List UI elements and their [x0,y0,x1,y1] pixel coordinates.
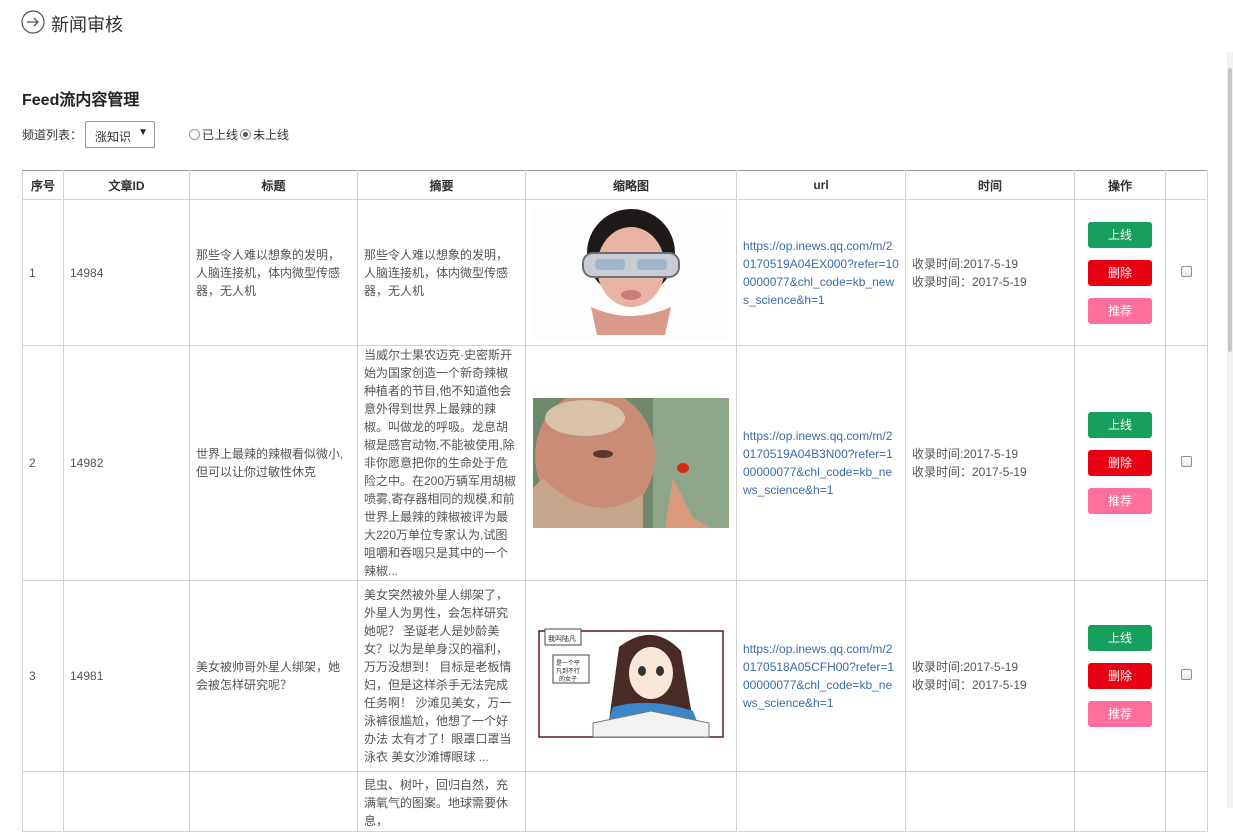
header-article-id: 文章ID [63,170,190,200]
article-url-link[interactable]: https://op.inews.qq.com/m/20170518A05CFH… [743,642,894,710]
table-row: 2 14982 世界上最辣的辣椒看似微小,但可以让你过敏性休克 当威尔士果农迈克… [22,345,1208,581]
channel-select[interactable]: 涨知识 ▼ [85,121,155,148]
collect-time-2: 收录时间：2017-5-19 [912,274,1027,289]
header-title: 标题 [189,170,358,200]
header-select [1165,170,1208,200]
row-checkbox[interactable] [1181,456,1192,467]
recommend-button[interactable]: 推荐 [1088,701,1152,727]
recommend-button[interactable]: 推荐 [1088,297,1152,324]
row-checkbox[interactable] [1181,669,1192,680]
woman-vr-headset-image [533,206,729,339]
manga-caption-1: 我叫陆凡 [548,634,576,643]
row-index: 3 [22,580,64,772]
row-summary: 当威尔士果农迈克·史密斯开始为国家创造一个新奇辣椒种植者的节目,他不知道他会意外… [357,345,526,581]
table-row: 昆虫、树叶，回归自然，充满氧气的图案。地球需要休息， [22,771,1208,832]
row-time: 收录时间:2017-5-19 收录时间：2017-5-19 [905,345,1075,581]
row-index: 1 [22,199,64,346]
row-url: https://op.inews.qq.com/m/20170519A04B3N… [736,345,906,581]
row-summary: 昆虫、树叶，回归自然，充满氧气的图案。地球需要休息， [357,771,526,832]
row-title: 世界上最辣的辣椒看似微小,但可以让你过敏性休克 [189,345,358,581]
page-title: 新闻审核 [51,15,123,35]
row-summary: 那些令人难以想象的发明，人脑连接机，体内微型传感器，无人机 [357,199,526,346]
delete-button[interactable]: 删除 [1088,450,1152,476]
header-summary: 摘要 [357,170,526,200]
row-checkbox[interactable] [1181,265,1192,277]
row-thumbnail [525,199,737,346]
radio-online[interactable] [189,129,200,140]
row-select [1165,199,1208,346]
row-thumbnail: 我叫陆凡 是一个平 凡到不行 的女子 [525,580,737,772]
radio-offline-label[interactable]: 未上线 [253,126,289,143]
svg-text:凡到不行: 凡到不行 [556,667,580,675]
manga-caption-2: 是一个平 [556,660,580,667]
row-article-id: 14982 [63,345,190,581]
row-select [1165,771,1208,832]
row-article-id: 14981 [63,580,190,772]
row-actions: 上线 删除 推荐 [1074,199,1166,346]
collect-time-1: 收录时间:2017-5-19 [912,660,1019,674]
radio-online-label[interactable]: 已上线 [202,126,238,143]
header-time: 时间 [905,170,1075,200]
collect-time-2: 收录时间：2017-5-19 [912,465,1027,479]
row-thumbnail [525,771,737,832]
row-index [22,771,64,832]
header-actions: 操作 [1074,170,1166,200]
row-title [189,771,358,832]
collect-time-1: 收录时间:2017-5-19 [912,256,1019,271]
top-bar: 新闻审核 [0,0,1233,46]
row-url: https://op.inews.qq.com/m/20170519A04EX0… [736,199,906,346]
article-url-link[interactable]: https://op.inews.qq.com/m/20170519A04B3N… [743,429,893,497]
feed-table: 序号 文章ID 标题 摘要 缩略图 url 时间 操作 1 14984 那些令人… [22,170,1208,832]
arrow-circle-right-icon[interactable] [21,10,45,34]
man-with-chili-image [533,398,729,528]
row-url: https://op.inews.qq.com/m/20170518A05CFH… [736,580,906,772]
row-index: 2 [22,345,64,581]
delete-button[interactable]: 删除 [1088,663,1152,689]
table-header-row: 序号 文章ID 标题 摘要 缩略图 url 时间 操作 [22,170,1208,200]
collect-time-1: 收录时间:2017-5-19 [912,447,1019,461]
row-time: 收录时间:2017-5-19 收录时间：2017-5-19 [905,199,1075,346]
row-summary: 美女突然被外星人绑架了，外星人为男性，会怎样研究她呢？ 圣诞老人是妙龄美女？以为… [357,580,526,772]
delete-button[interactable]: 删除 [1088,259,1152,286]
row-url [736,771,906,832]
dropdown-caret-icon: ▼ [138,127,148,138]
vertical-scrollbar[interactable] [1227,52,1233,808]
article-url-link[interactable]: https://op.inews.qq.com/m/20170519A04EX0… [743,239,899,307]
channel-list-label: 频道列表： [22,128,83,142]
radio-offline[interactable] [240,129,252,140]
row-time: 收录时间:2017-5-19 收录时间：2017-5-19 [905,580,1075,772]
header-thumbnail: 缩略图 [525,170,737,200]
scrollbar-thumb[interactable] [1228,68,1232,352]
online-button[interactable]: 上线 [1088,221,1152,248]
header-index: 序号 [22,170,64,200]
online-button[interactable]: 上线 [1088,412,1152,438]
row-thumbnail [525,345,737,581]
row-article-id: 14984 [63,199,190,346]
row-time [905,771,1075,832]
row-actions [1074,771,1166,832]
online-button[interactable]: 上线 [1088,625,1152,651]
table-row: 3 14981 美女被帅哥外星人绑架，她会被怎样研究呢？ 美女突然被外星人绑架了… [22,580,1208,772]
row-title: 那些令人难以想象的发明，人脑连接机，体内微型传感器，无人机 [189,199,358,346]
online-status-radio-group: 已上线 未上线 [189,126,291,143]
row-select [1165,580,1208,772]
section-title: Feed流内容管理 [22,92,140,109]
row-actions: 上线 删除 推荐 [1074,345,1166,581]
recommend-button[interactable]: 推荐 [1088,488,1152,514]
header-url: url [736,170,906,200]
row-title: 美女被帅哥外星人绑架，她会被怎样研究呢？ [189,580,358,772]
row-article-id [63,771,190,832]
manga-girl-image: 我叫陆凡 是一个平 凡到不行 的女子 [533,611,729,741]
collect-time-2: 收录时间：2017-5-19 [912,678,1027,692]
row-actions: 上线 删除 推荐 [1074,580,1166,772]
svg-text:的女子: 的女子 [559,675,577,683]
table-row: 1 14984 那些令人难以想象的发明，人脑连接机，体内微型传感器，无人机 那些… [22,199,1208,346]
row-select [1165,345,1208,581]
channel-select-value: 涨知识 [95,130,132,144]
